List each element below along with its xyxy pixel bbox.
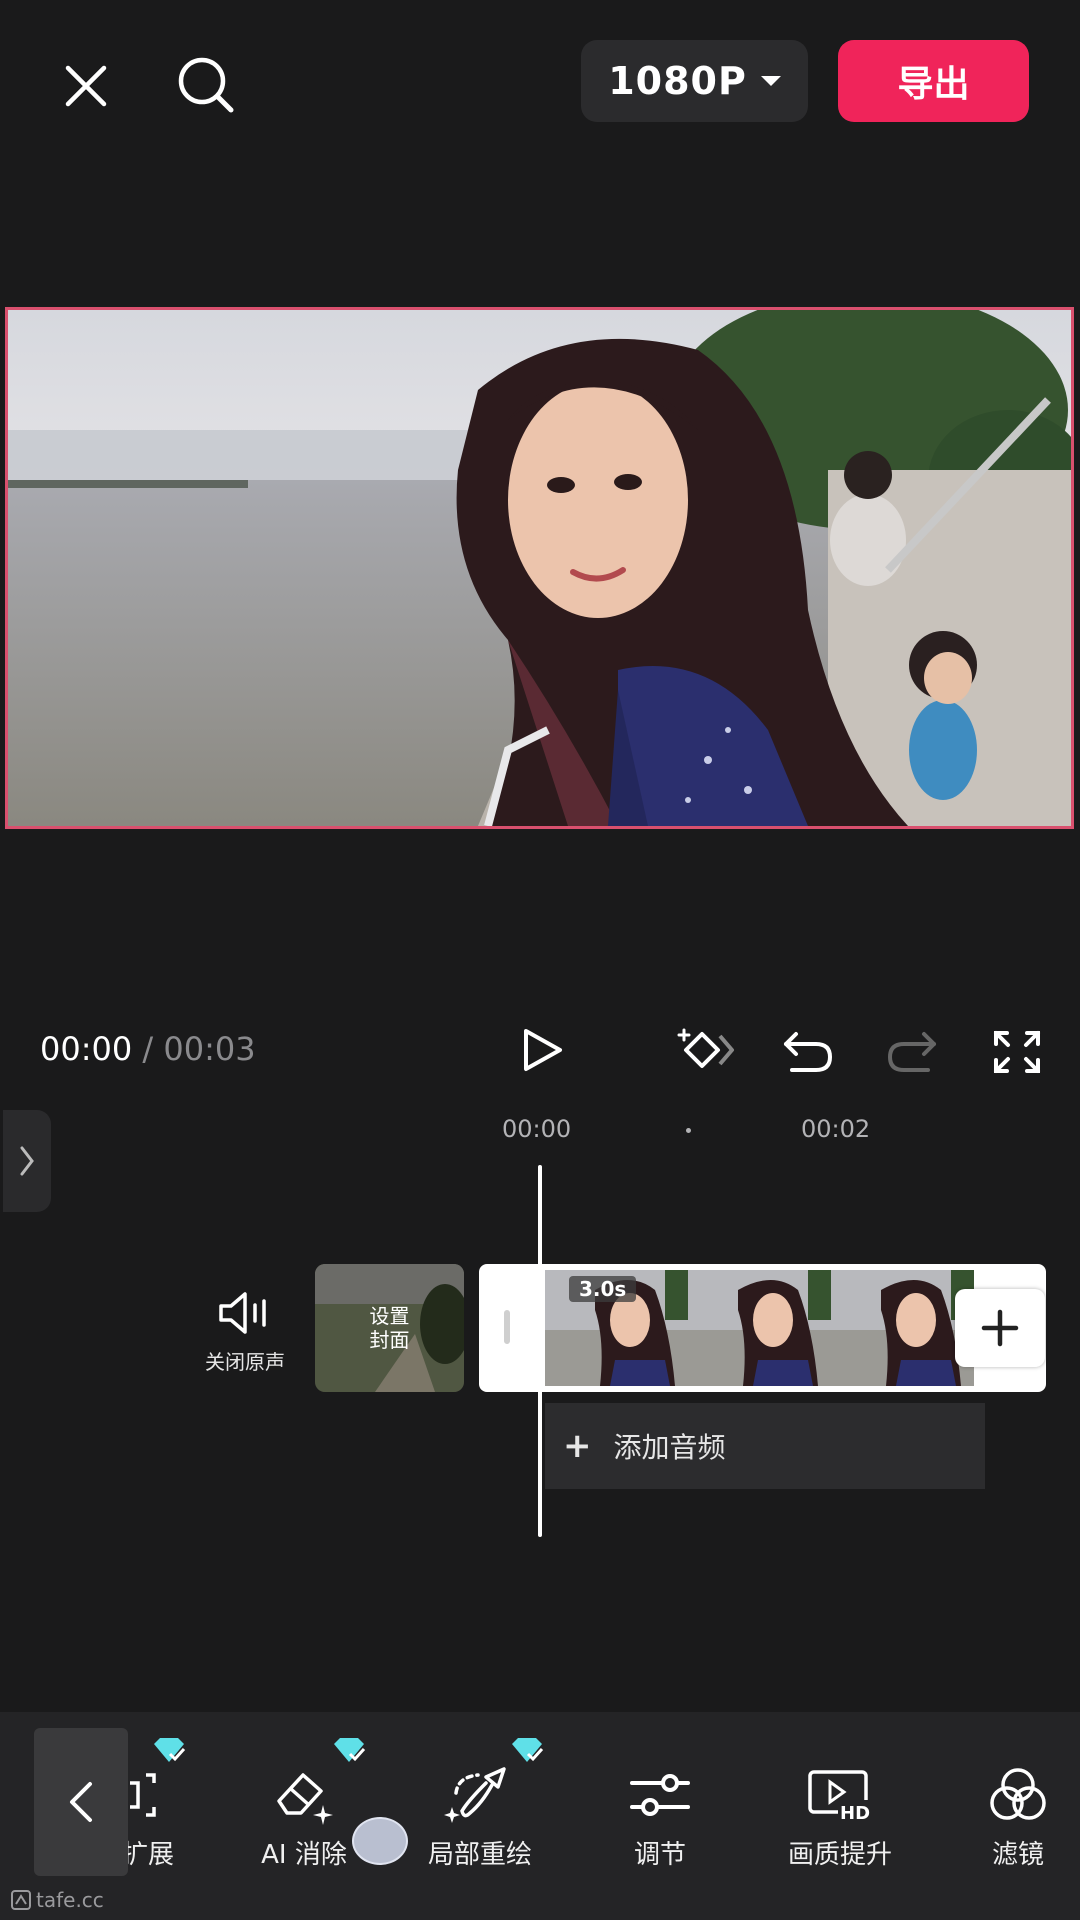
- clip-trim-handle[interactable]: [504, 1310, 510, 1344]
- watermark-logo-icon: [11, 1890, 31, 1910]
- expand-tracks-tab[interactable]: [3, 1110, 51, 1212]
- cover-label: 设置 封面: [369, 1304, 410, 1352]
- mute-label: 关闭原声: [205, 1350, 285, 1374]
- plus-icon: [981, 1309, 1019, 1347]
- add-audio-label: 添加音频: [613, 1431, 726, 1464]
- play-icon[interactable]: [515, 1023, 569, 1077]
- close-icon[interactable]: [56, 56, 116, 116]
- video-preview[interactable]: [5, 307, 1074, 829]
- undo-icon[interactable]: [780, 1025, 836, 1077]
- plus-icon: +: [563, 1426, 592, 1466]
- total-time: 00:03: [163, 1030, 256, 1068]
- mute-original-audio-button[interactable]: 关闭原声: [190, 1290, 300, 1375]
- editor-screen: 1080P 导出 00:00 / 00:03 00:00 00:02 关闭原声 …: [0, 0, 1080, 1920]
- resolution-value: 1080P: [608, 59, 747, 103]
- filter-icon: [943, 1760, 1080, 1830]
- fullscreen-icon[interactable]: [990, 1028, 1044, 1076]
- sliders-icon: [585, 1760, 735, 1830]
- hd-icon: HD: [765, 1760, 915, 1830]
- resolution-dropdown[interactable]: 1080P: [581, 40, 808, 122]
- chevron-down-icon: [760, 76, 781, 86]
- speaker-icon: [219, 1292, 266, 1334]
- ruler-label: 00:02: [801, 1115, 871, 1143]
- brush-icon: [405, 1760, 555, 1830]
- premium-diamond-icon: [512, 1738, 544, 1762]
- time-separator: /: [132, 1030, 164, 1068]
- tool-label: 画质提升: [787, 1840, 892, 1870]
- time-readout: 00:00 / 00:03: [40, 1030, 256, 1068]
- tool-label: 局部重绘: [427, 1840, 532, 1870]
- svg-text:HD: HD: [840, 1803, 870, 1824]
- chevron-left-icon: [70, 1782, 92, 1822]
- eraser-icon: [229, 1760, 379, 1830]
- tool-adjust[interactable]: 调节: [585, 1760, 735, 1871]
- search-icon[interactable]: [173, 52, 239, 118]
- watermark: tafe.cc: [10, 1888, 104, 1912]
- add-clip-button[interactable]: [955, 1289, 1045, 1367]
- watermark-text: tafe.cc: [36, 1888, 104, 1912]
- premium-diamond-icon: [154, 1738, 186, 1762]
- add-audio-button[interactable]: + 添加音频: [545, 1403, 985, 1489]
- set-cover-button[interactable]: 设置 封面: [315, 1264, 464, 1392]
- clip-frame: [831, 1270, 974, 1386]
- toolbar-back-button[interactable]: [34, 1728, 128, 1876]
- playhead[interactable]: [538, 1165, 542, 1537]
- clip-duration-badge: 3.0s: [569, 1276, 637, 1302]
- tool-label: 滤镜: [991, 1840, 1044, 1870]
- clip-frame: [688, 1270, 831, 1386]
- ruler-tick: [686, 1128, 691, 1133]
- preview-image: [8, 310, 1071, 826]
- redo-icon[interactable]: [884, 1025, 940, 1077]
- add-keyframe-icon[interactable]: [672, 1022, 738, 1078]
- tool-label: 调节: [633, 1840, 686, 1870]
- premium-diamond-icon: [334, 1738, 366, 1762]
- tool-inpaint[interactable]: 局部重绘: [405, 1760, 555, 1871]
- chevron-right-icon: [20, 1146, 34, 1176]
- touch-indicator: [352, 1817, 408, 1865]
- tool-enhance-quality[interactable]: HD 画质提升: [765, 1760, 915, 1871]
- ruler-label: 00:00: [502, 1115, 572, 1143]
- export-button[interactable]: 导出: [838, 40, 1029, 122]
- current-time: 00:00: [40, 1030, 133, 1068]
- tool-filter[interactable]: 滤镜: [943, 1760, 1080, 1871]
